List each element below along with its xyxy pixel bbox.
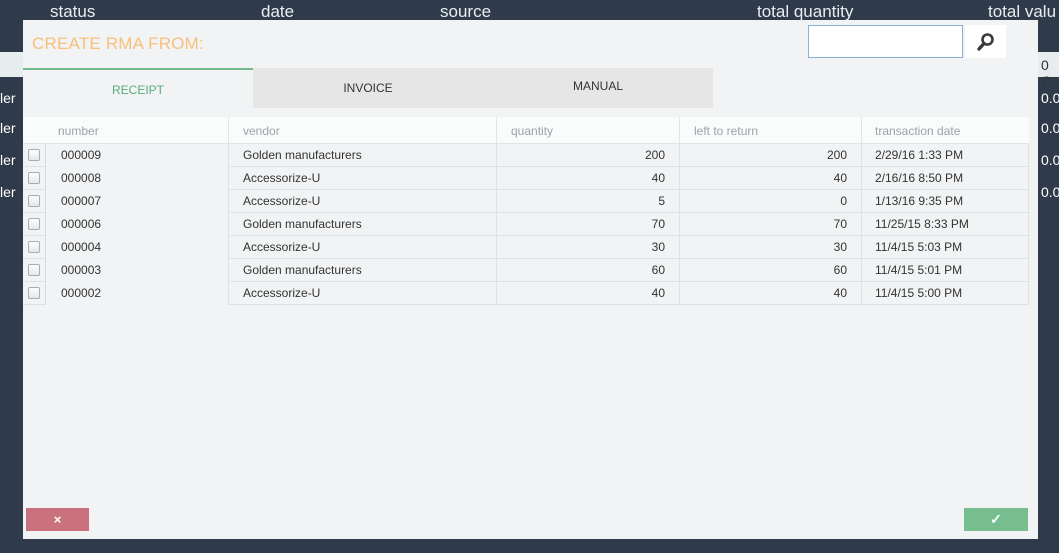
confirm-button[interactable]: ✓ [964, 508, 1028, 531]
bg-row-fragment: ler [0, 184, 16, 200]
table-row[interactable]: 000003 Golden manufacturers 60 60 11/4/1… [23, 259, 1029, 282]
cell-left-to-return: 200 [679, 144, 861, 167]
cell-transaction-date: 2/29/16 1:33 PM [861, 144, 1029, 167]
table-header: number vendor quantity left to return tr… [23, 117, 1029, 144]
cell-transaction-date: 1/13/16 9:35 PM [861, 190, 1029, 213]
bg-header-strip-left [0, 52, 23, 77]
cell-vendor: Golden manufacturers [228, 144, 496, 167]
bg-row-fragment: ler [0, 152, 16, 168]
background-table-header: status date source total quantity total … [0, 0, 1059, 21]
column-header-number[interactable]: number [58, 124, 99, 138]
cell-vendor: Accessorize-U [228, 282, 496, 305]
receipts-table: number vendor quantity left to return tr… [23, 117, 1029, 305]
table-row[interactable]: 000004 Accessorize-U 30 30 11/4/15 5:03 … [23, 236, 1029, 259]
cell-number: 000006 [45, 213, 228, 236]
cell-left-to-return: 70 [679, 213, 861, 236]
cell-number: 000003 [45, 259, 228, 282]
cell-number: 000002 [45, 282, 228, 305]
bg-header-source: source [440, 2, 492, 21]
cell-transaction-date: 11/25/15 8:33 PM [861, 213, 1029, 236]
cell-vendor: Accessorize-U [228, 236, 496, 259]
cell-quantity: 200 [496, 144, 679, 167]
tab-receipt[interactable]: RECEIPT [23, 68, 253, 108]
cell-vendor: Accessorize-U [228, 190, 496, 213]
cancel-button[interactable]: × [26, 508, 89, 531]
cell-number: 000004 [45, 236, 228, 259]
bg-row-fragment: 0.0 [1041, 90, 1059, 106]
table-row[interactable]: 000006 Golden manufacturers 70 70 11/25/… [23, 213, 1029, 236]
row-checkbox[interactable] [28, 172, 40, 184]
cell-transaction-date: 11/4/15 5:01 PM [861, 259, 1029, 282]
bg-row-fragment: 0.0 [1041, 120, 1059, 136]
row-checkbox[interactable] [28, 195, 40, 207]
cell-transaction-date: 11/4/15 5:00 PM [861, 282, 1029, 305]
cell-vendor: Golden manufacturers [228, 259, 496, 282]
search-box [808, 25, 1006, 58]
cell-number: 000009 [45, 144, 228, 167]
bg-row-fragment: 0 C [1041, 57, 1052, 89]
cell-quantity: 40 [496, 282, 679, 305]
cell-left-to-return: 0 [679, 190, 861, 213]
cell-transaction-date: 11/4/15 5:03 PM [861, 236, 1029, 259]
column-header-quantity[interactable]: quantity [496, 117, 553, 144]
close-icon: × [53, 512, 62, 527]
cell-quantity: 60 [496, 259, 679, 282]
table-row[interactable]: 000008 Accessorize-U 40 40 2/16/16 8:50 … [23, 167, 1029, 190]
tab-manual[interactable]: MANUAL [483, 68, 713, 108]
column-header-transaction-date[interactable]: transaction date [861, 117, 960, 144]
tab-manual-label: MANUAL [572, 79, 623, 93]
bg-header-status: status [50, 2, 96, 21]
bg-header-total-value: total valu [988, 2, 1057, 21]
row-checkbox[interactable] [28, 149, 40, 161]
bg-row-fragment: ler [0, 120, 16, 136]
cell-number: 000008 [45, 167, 228, 190]
bg-header-date: date [261, 2, 295, 21]
bg-header-total-quantity: total quantity [757, 2, 854, 21]
create-rma-modal: CREATE RMA FROM: RECEIPT INVOICE MANUAL … [23, 20, 1038, 539]
cell-left-to-return: 40 [679, 282, 861, 305]
column-header-left-to-return[interactable]: left to return [679, 117, 758, 144]
search-button[interactable] [965, 25, 1006, 58]
tab-invoice[interactable]: INVOICE [253, 68, 483, 108]
row-checkbox[interactable] [28, 287, 40, 299]
cell-left-to-return: 40 [679, 167, 861, 190]
cell-quantity: 40 [496, 167, 679, 190]
row-checkbox[interactable] [28, 241, 40, 253]
column-header-vendor[interactable]: vendor [228, 117, 280, 144]
row-checkbox[interactable] [28, 264, 40, 276]
cell-number: 000007 [45, 190, 228, 213]
source-tabs: RECEIPT INVOICE MANUAL [23, 68, 713, 108]
table-row[interactable]: 000002 Accessorize-U 40 40 11/4/15 5:00 … [23, 282, 1029, 305]
table-row[interactable]: 000007 Accessorize-U 5 0 1/13/16 9:35 PM [23, 190, 1029, 213]
cell-left-to-return: 60 [679, 259, 861, 282]
cell-vendor: Golden manufacturers [228, 213, 496, 236]
checkmark-icon: ✓ [990, 511, 1002, 527]
tab-invoice-label: INVOICE [343, 81, 393, 95]
bg-row-fragment: 0.0 [1041, 152, 1059, 168]
cell-vendor: Accessorize-U [228, 167, 496, 190]
cell-quantity: 70 [496, 213, 679, 236]
cell-left-to-return: 30 [679, 236, 861, 259]
bg-row-fragment: 0.0 [1041, 184, 1059, 200]
search-icon [976, 32, 994, 51]
modal-title: CREATE RMA FROM: [32, 34, 204, 53]
cell-quantity: 5 [496, 190, 679, 213]
cell-transaction-date: 2/16/16 8:50 PM [861, 167, 1029, 190]
cell-quantity: 30 [496, 236, 679, 259]
row-checkbox[interactable] [28, 218, 40, 230]
table-row[interactable]: 000009 Golden manufacturers 200 200 2/29… [23, 144, 1029, 167]
tab-receipt-label: RECEIPT [111, 83, 164, 97]
bg-row-fragment: ler [0, 90, 16, 106]
search-input[interactable] [808, 25, 963, 58]
